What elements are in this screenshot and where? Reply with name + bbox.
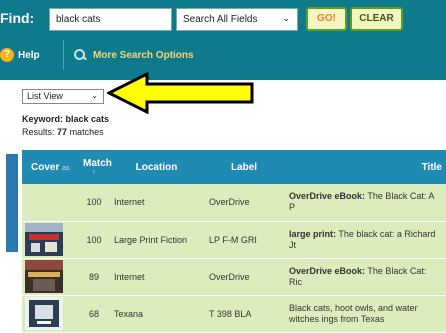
cover-cell[interactable] [22,258,79,296]
help-icon: ? [0,48,14,62]
cover-cell[interactable] [22,295,79,333]
cover-cell[interactable] [22,221,79,259]
sort-arrow-icon: ↑ [92,169,96,176]
more-search-options-link[interactable]: More Search Options [73,46,194,64]
keyword-label: Keyword: [22,114,64,124]
title-text: Black cats, hoot owls, and water witches… [289,302,418,324]
results-count: 77 [57,127,68,137]
title-prefix: OverDrive eBook: [289,191,366,202]
table-row[interactable]: 89 Internet OverDrive OverDrive eBook: T… [22,258,446,296]
pointer-arrow-icon [107,72,254,114]
book-cover-image[interactable] [25,223,63,256]
table-row[interactable]: 100 Internet OverDrive OverDrive eBook: … [22,184,446,222]
book-cover-image[interactable] [25,297,63,330]
results-summary: Results: 77 matches [22,127,104,137]
view-select-value: List View [27,91,63,101]
column-header-cover[interactable]: Cover as [22,150,79,184]
chevron-down-icon: ⌄ [91,91,98,100]
view-select[interactable]: List View ⌄ [22,89,104,104]
more-search-options-label: More Search Options [93,49,194,61]
location-cell: Large Print Fiction [109,221,204,259]
location-cell: Internet [109,258,204,296]
label-cell: OverDrive [204,184,284,222]
help-link[interactable]: ? Help [0,46,40,64]
search-field-value: Search All Fields [183,14,258,25]
title-cell[interactable]: OverDrive eBook: The Black Cat: A P [284,184,446,222]
table-header-row: Cover as Match ↑ Location Label Title [22,150,446,184]
column-header-match-label: Match [83,158,112,169]
keyword-value: black cats [65,114,110,124]
title-cell[interactable]: OverDrive eBook: The Black Cat: Ric [284,258,446,296]
match-cell: 100 [79,184,109,222]
column-header-label[interactable]: Label [204,150,284,184]
column-header-match[interactable]: Match ↑ [79,150,112,184]
results-label: Results: [22,127,55,137]
search-icon [73,48,87,62]
divider [63,40,64,70]
side-tab[interactable] [6,154,18,252]
column-header-label-label: Label [230,161,258,173]
column-header-title[interactable]: Title [284,150,446,184]
match-cell: 100 [79,221,109,259]
title-prefix: OverDrive eBook: [289,265,366,276]
match-cell: 89 [79,258,109,296]
results-suffix: matches [69,127,104,137]
match-cell: 68 [79,295,109,333]
label-cell: OverDrive [204,258,284,296]
search-field-select[interactable]: Search All Fields ⌄ [176,8,298,31]
title-cell[interactable]: Black cats, hoot owls, and water witches… [284,295,446,333]
location-cell: Texana [109,295,204,333]
cover-cell [22,184,79,222]
column-header-cover-sort: as [62,164,70,172]
column-header-location-label: Location [135,161,178,173]
table-row[interactable]: 100 Large Print Fiction LP F-M GRI large… [22,221,446,259]
clear-button[interactable]: CLEAR [350,7,403,31]
find-label: Find: [0,10,35,26]
title-cell[interactable]: large print: The black cat: a Richard Jt [284,221,446,259]
location-cell: Internet [109,184,204,222]
help-label: Help [18,49,40,61]
search-input[interactable] [49,8,172,31]
column-header-cover-label: Cover [31,161,60,173]
title-prefix: large print: [289,228,337,239]
search-header: Find: Search All Fields ⌄ GO! CLEAR ? He… [0,0,446,80]
keyword-summary: Keyword: black cats [22,114,109,124]
column-header-location[interactable]: Location [109,150,204,184]
go-button[interactable]: GO! [306,7,347,31]
chevron-down-icon: ⌄ [282,13,290,23]
column-header-title-label: Title [421,161,442,173]
label-cell: T 398 BLA [204,295,284,333]
results-table: Cover as Match ↑ Location Label Title 100… [22,150,446,333]
label-cell: LP F-M GRI [204,221,284,259]
book-cover-image[interactable] [25,260,63,293]
table-row[interactable]: 68 Texana T 398 BLA Black cats, hoot owl… [22,295,446,333]
